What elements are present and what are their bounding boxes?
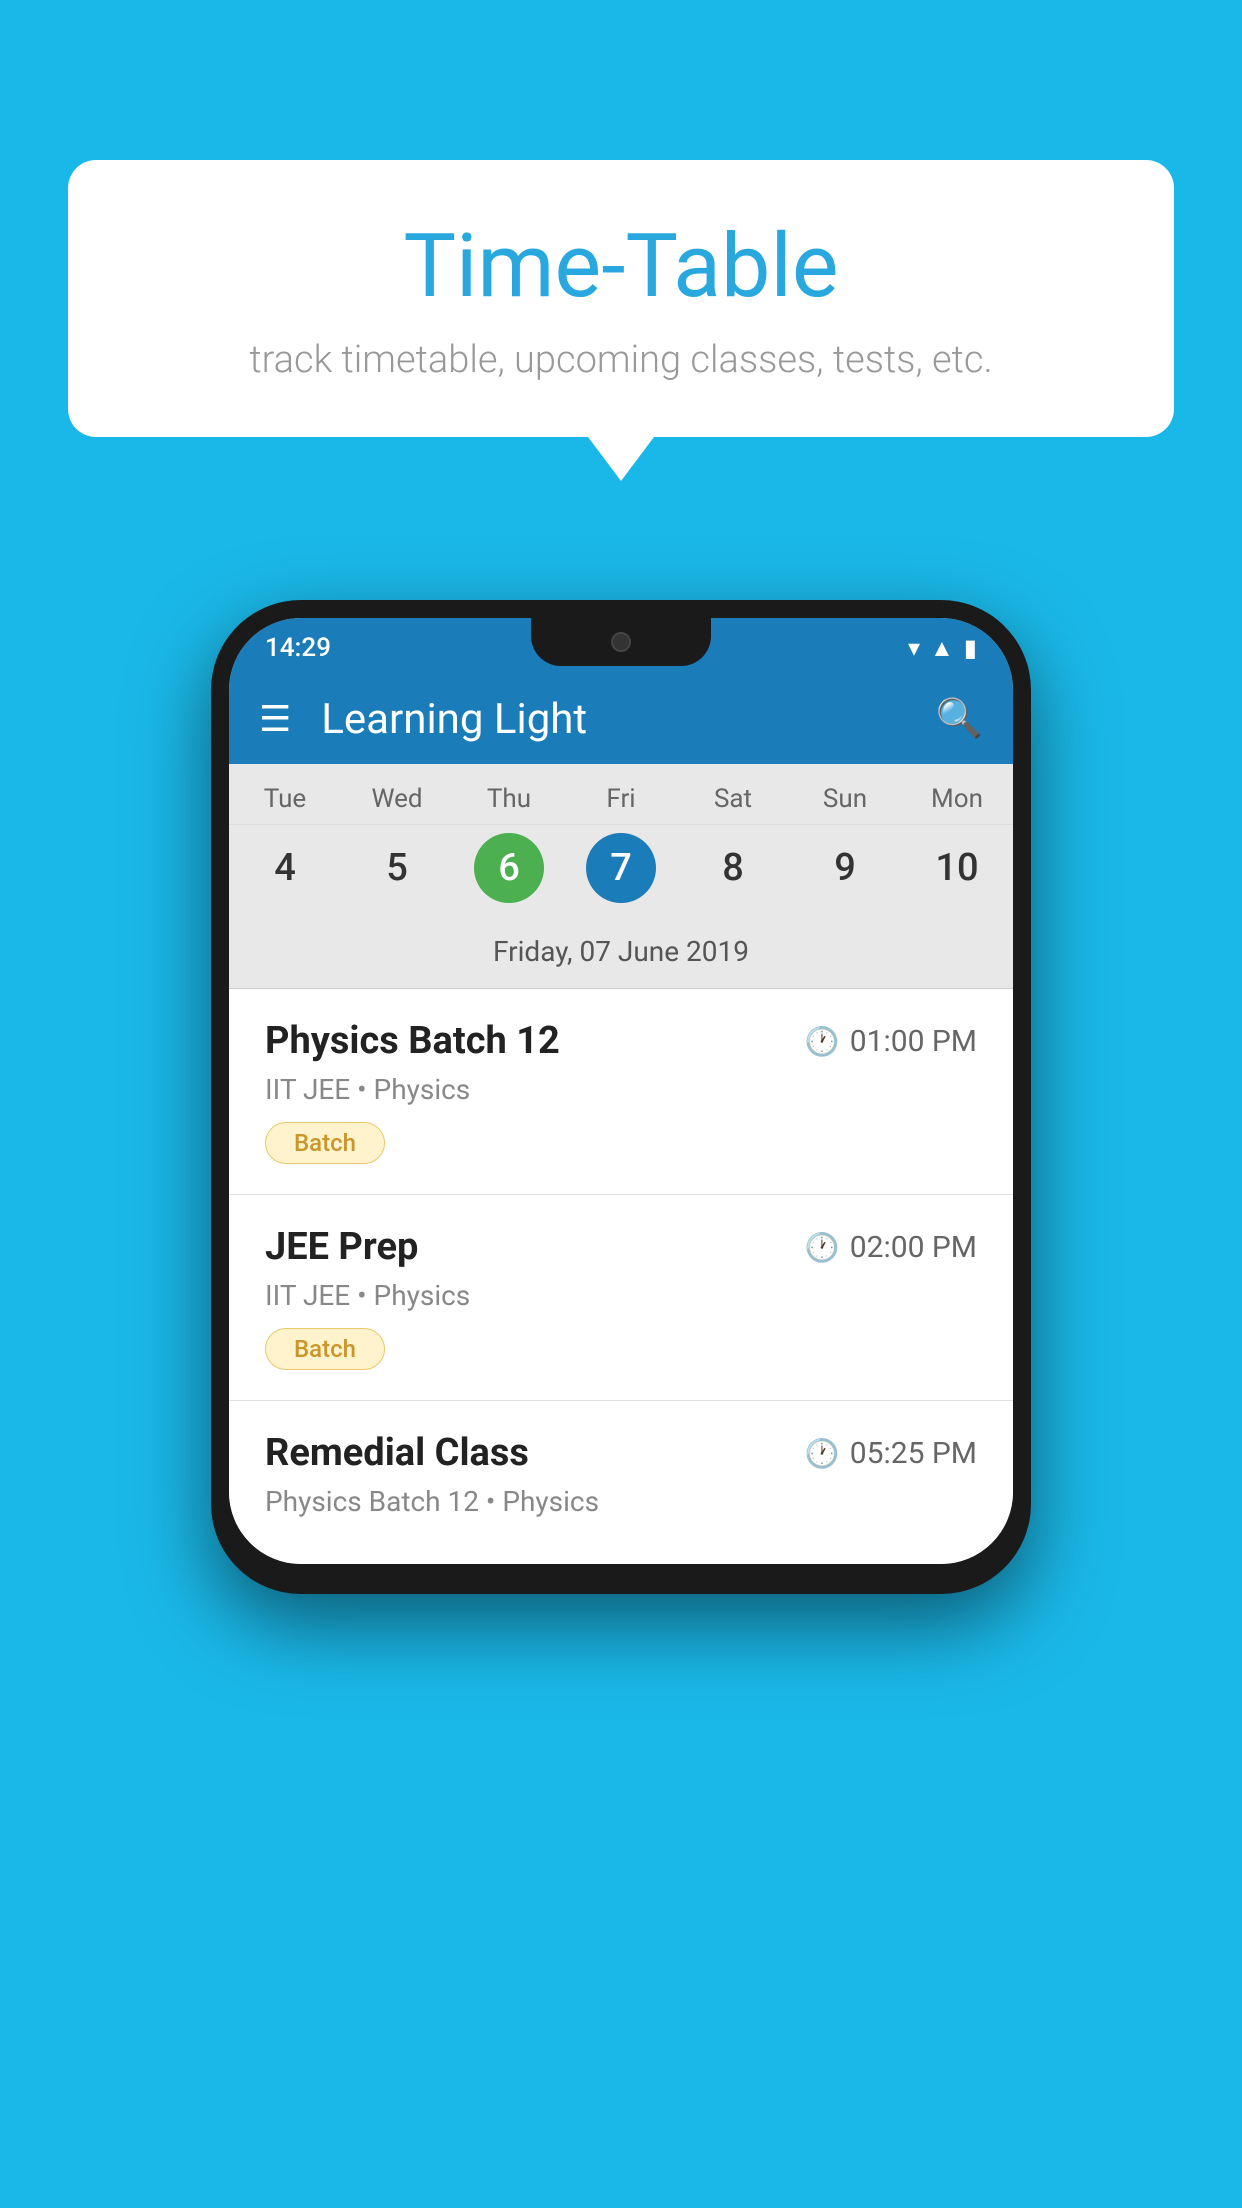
- date-4[interactable]: 4: [229, 825, 341, 911]
- schedule-item-3-time: 🕐 05:25 PM: [805, 1436, 977, 1471]
- speech-bubble: Time-Table track timetable, upcoming cla…: [68, 160, 1174, 437]
- date-7[interactable]: 7: [565, 825, 677, 911]
- schedule-item-2-header: JEE Prep 🕐 02:00 PM: [265, 1225, 977, 1269]
- date-9[interactable]: 9: [789, 825, 901, 911]
- day-label-fri: Fri: [565, 764, 677, 824]
- battery-icon: ▮: [964, 634, 977, 662]
- phone-notch: [531, 618, 711, 666]
- bubble-subtitle: track timetable, upcoming classes, tests…: [128, 338, 1114, 382]
- schedule-item-3[interactable]: Remedial Class 🕐 05:25 PM Physics Batch …: [229, 1401, 1013, 1564]
- calendar-days-header: Tue Wed Thu Fri Sat Sun Mon: [229, 764, 1013, 825]
- schedule-item-1-time: 🕐 01:00 PM: [805, 1024, 977, 1059]
- day-label-wed: Wed: [341, 764, 453, 824]
- schedule-item-2-time: 🕐 02:00 PM: [805, 1230, 977, 1265]
- signal-icon: ▲: [930, 634, 954, 663]
- batch-tag-1: Batch: [265, 1122, 385, 1164]
- phone-mockup: 14:29 ▾ ▲ ▮ ☰ Learning Light 🔍 Tue Wed T…: [211, 600, 1031, 1594]
- camera: [611, 632, 631, 652]
- date-5[interactable]: 5: [341, 825, 453, 911]
- search-icon[interactable]: 🔍: [936, 697, 983, 741]
- batch-tag-2: Batch: [265, 1328, 385, 1370]
- phone-body: 14:29 ▾ ▲ ▮ ☰ Learning Light 🔍 Tue Wed T…: [211, 600, 1031, 1594]
- day-label-sat: Sat: [677, 764, 789, 824]
- schedule-item-1-subtitle: IIT JEE • Physics: [265, 1073, 977, 1106]
- day-label-thu: Thu: [453, 764, 565, 824]
- date-10[interactable]: 10: [901, 825, 1013, 911]
- app-bar-title: Learning Light: [321, 695, 935, 744]
- status-time: 14:29: [265, 633, 331, 663]
- clock-icon-3: 🕐: [805, 1437, 840, 1470]
- status-icons: ▾ ▲ ▮: [908, 634, 977, 663]
- date-8[interactable]: 8: [677, 825, 789, 911]
- app-bar: ☰ Learning Light 🔍: [229, 674, 1013, 764]
- schedule-item-1-header: Physics Batch 12 🕐 01:00 PM: [265, 1019, 977, 1063]
- speech-bubble-section: Time-Table track timetable, upcoming cla…: [68, 160, 1174, 437]
- schedule-item-3-subtitle: Physics Batch 12 • Physics: [265, 1485, 977, 1518]
- schedule-item-3-header: Remedial Class 🕐 05:25 PM: [265, 1431, 977, 1475]
- schedule-item-3-title: Remedial Class: [265, 1431, 529, 1475]
- day-label-sun: Sun: [789, 764, 901, 824]
- selected-date-label: Friday, 07 June 2019: [229, 925, 1013, 989]
- schedule-item-2-subtitle: IIT JEE • Physics: [265, 1279, 977, 1312]
- date-6[interactable]: 6: [453, 825, 565, 911]
- day-label-tue: Tue: [229, 764, 341, 824]
- menu-icon[interactable]: ☰: [259, 698, 291, 740]
- day-label-mon: Mon: [901, 764, 1013, 824]
- schedule-item-1[interactable]: Physics Batch 12 🕐 01:00 PM IIT JEE • Ph…: [229, 989, 1013, 1195]
- schedule-item-2[interactable]: JEE Prep 🕐 02:00 PM IIT JEE • Physics Ba…: [229, 1195, 1013, 1401]
- phone-screen: 14:29 ▾ ▲ ▮ ☰ Learning Light 🔍 Tue Wed T…: [229, 618, 1013, 1564]
- clock-icon-1: 🕐: [805, 1025, 840, 1058]
- schedule-item-2-title: JEE Prep: [265, 1225, 418, 1269]
- schedule-item-1-title: Physics Batch 12: [265, 1019, 560, 1063]
- calendar-dates: 4 5 6 7 8 9 10: [229, 825, 1013, 925]
- bubble-title: Time-Table: [128, 215, 1114, 318]
- wifi-icon: ▾: [908, 634, 920, 662]
- clock-icon-2: 🕐: [805, 1231, 840, 1264]
